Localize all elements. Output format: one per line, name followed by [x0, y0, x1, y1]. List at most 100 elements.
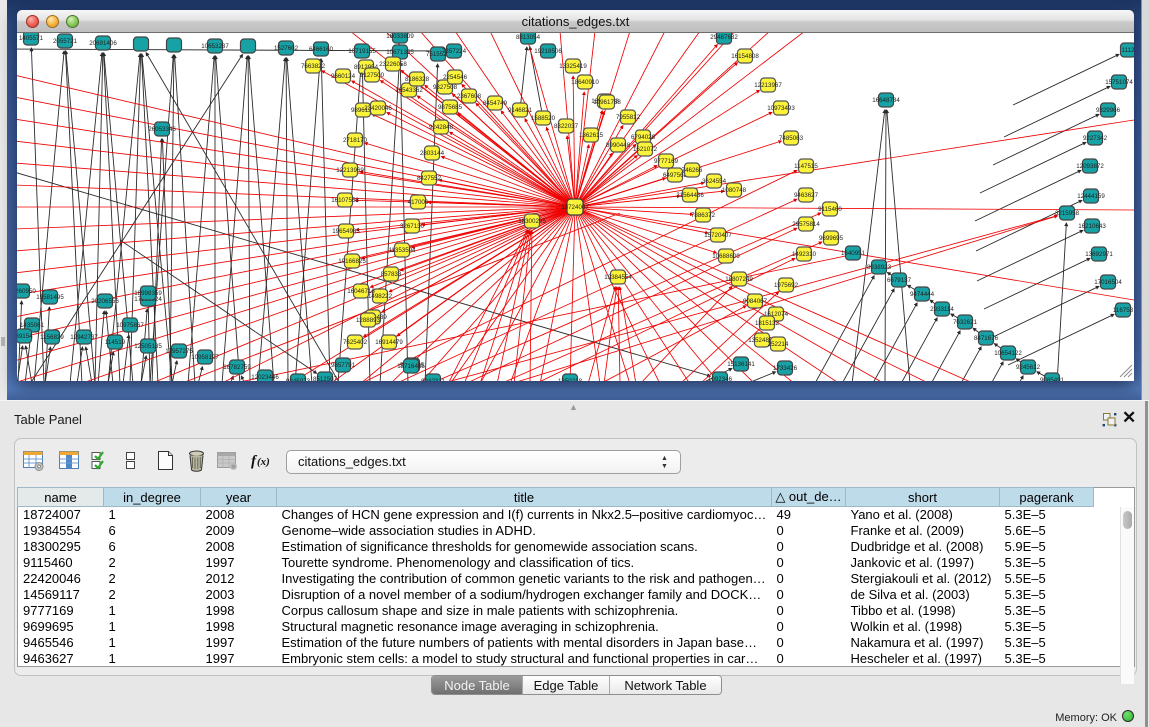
svg-text:9245612: 9245612 — [1016, 364, 1041, 371]
svg-text:8454749: 8454749 — [483, 100, 508, 107]
svg-text:12023446: 12023446 — [251, 374, 279, 381]
svg-text:15136141: 15136141 — [727, 361, 755, 368]
svg-text:1975692: 1975692 — [774, 282, 799, 289]
svg-text:23420046: 23420046 — [364, 105, 392, 112]
svg-text:9327508: 9327508 — [433, 84, 458, 91]
svg-text:7955812: 7955812 — [616, 114, 641, 121]
svg-text:746266: 746266 — [682, 167, 703, 174]
svg-text:16046716: 16046716 — [347, 288, 375, 295]
svg-text:12505135: 12505135 — [134, 343, 162, 350]
svg-text:9242848: 9242848 — [429, 124, 454, 131]
svg-text:29575814: 29575814 — [792, 221, 820, 228]
svg-text:2055721: 2055721 — [53, 38, 78, 45]
svg-text:1588520: 1588520 — [531, 115, 556, 122]
svg-text:2254546: 2254546 — [443, 74, 468, 81]
svg-text:9245073: 9245073 — [286, 378, 311, 381]
svg-text:3215958: 3215958 — [1055, 210, 1080, 217]
svg-text:3267130: 3267130 — [400, 223, 425, 230]
svg-text:16154808: 16154808 — [731, 53, 759, 60]
svg-text:1492310: 1492310 — [792, 251, 817, 258]
svg-text:16543362: 16543362 — [395, 87, 423, 94]
svg-text:9857791: 9857791 — [331, 362, 356, 369]
svg-text:10671355: 10671355 — [386, 49, 414, 56]
svg-text:1362615: 1362615 — [579, 132, 604, 139]
svg-text:10654122: 10654122 — [994, 350, 1022, 357]
svg-text:20691406: 20691406 — [89, 40, 117, 47]
svg-text:8471676: 8471676 — [974, 335, 999, 342]
svg-text:8427552: 8427552 — [417, 175, 442, 182]
svg-text:15751074: 15751074 — [1105, 79, 1133, 86]
svg-text:16033809: 16033809 — [386, 33, 414, 40]
svg-text:7357224: 7357224 — [442, 48, 467, 55]
svg-text:9242311: 9242311 — [421, 378, 445, 381]
svg-text:17016504: 17016504 — [1094, 279, 1122, 286]
svg-text:2718170: 2718170 — [343, 137, 368, 144]
svg-text:18724007: 18724007 — [561, 204, 589, 211]
svg-text:18640910: 18640910 — [571, 79, 599, 86]
svg-text:1156829: 1156829 — [40, 334, 64, 341]
svg-text:6794028: 6794028 — [631, 134, 656, 141]
svg-text:16782759: 16782759 — [223, 364, 251, 371]
svg-text:13325419: 13325419 — [559, 63, 587, 70]
svg-text:12213967: 12213967 — [754, 82, 782, 89]
svg-text:10961758: 10961758 — [593, 99, 621, 106]
svg-text:8186328: 8186328 — [405, 76, 430, 83]
svg-text:9875685: 9875685 — [438, 104, 463, 111]
svg-text:10719155: 10719155 — [348, 48, 376, 55]
svg-text:29487682: 29487682 — [710, 34, 738, 41]
svg-text:(x): (x) — [257, 456, 270, 468]
svg-text:1527602: 1527602 — [274, 45, 299, 52]
svg-text:10958107: 10958107 — [191, 354, 219, 361]
svg-text:1112: 1112 — [1122, 47, 1134, 54]
svg-text:10975867: 10975867 — [116, 322, 144, 329]
svg-text:252214: 252214 — [768, 341, 789, 348]
svg-text:6679137: 6679137 — [887, 277, 912, 284]
svg-text:1435061: 1435061 — [20, 322, 45, 329]
svg-text:7886372: 7886372 — [691, 212, 716, 219]
svg-text:19384554: 19384554 — [604, 274, 632, 281]
svg-text:10653287: 10653287 — [201, 43, 229, 50]
svg-text:8938923: 8938923 — [867, 264, 892, 271]
svg-text:8990448: 8990448 — [606, 142, 631, 149]
svg-text:1621072: 1621072 — [633, 146, 658, 153]
svg-text:1815132: 1815132 — [755, 320, 780, 327]
svg-text:8512507: 8512507 — [313, 376, 338, 381]
svg-text:9127500: 9127500 — [360, 72, 385, 79]
svg-text:1288893: 1288893 — [356, 317, 381, 324]
svg-text:19166825: 19166825 — [338, 258, 366, 265]
svg-text:18807249: 18807249 — [725, 276, 753, 283]
svg-text:15716485: 15716485 — [397, 363, 425, 370]
svg-text:417006: 417006 — [408, 199, 429, 206]
svg-text:21564436: 21564436 — [676, 192, 704, 199]
svg-text:12093872: 12093872 — [1076, 163, 1104, 170]
svg-text:23226058: 23226058 — [379, 61, 407, 68]
svg-text:26260950: 26260950 — [17, 288, 36, 295]
svg-text:9329966: 9329966 — [1096, 107, 1121, 114]
svg-text:10688609: 10688609 — [712, 253, 740, 260]
svg-text:9777169: 9777169 — [654, 158, 679, 165]
svg-text:9474444: 9474444 — [910, 291, 935, 298]
svg-text:15720407: 15720407 — [704, 232, 732, 239]
svg-text:11353594: 11353594 — [388, 247, 416, 254]
svg-text:39154: 39154 — [17, 333, 33, 340]
svg-text:9084067: 9084067 — [743, 298, 768, 305]
svg-text:7632621: 7632621 — [953, 319, 978, 326]
svg-text:18998359: 18998359 — [134, 290, 162, 297]
svg-text:1350218: 1350218 — [558, 378, 583, 381]
svg-text:7625402: 7625402 — [343, 339, 368, 346]
svg-text:1640951: 1640951 — [841, 250, 866, 257]
svg-text:1147515: 1147515 — [794, 163, 818, 170]
svg-text:8813054: 8813054 — [516, 34, 541, 41]
svg-text:26053346: 26053346 — [148, 126, 176, 133]
svg-text:1092346: 1092346 — [708, 376, 733, 381]
svg-text:20206556: 20206556 — [91, 298, 119, 305]
svg-text:16210643: 16210643 — [1078, 223, 1106, 230]
svg-text:2803144: 2803144 — [420, 150, 445, 157]
svg-text:6466160: 6466160 — [309, 46, 334, 53]
svg-text:13692971: 13692971 — [1085, 251, 1113, 258]
svg-text:19581495: 19581495 — [36, 294, 64, 301]
svg-text:3624554: 3624554 — [702, 178, 727, 185]
svg-text:16107553: 16107553 — [331, 197, 359, 204]
svg-text:9085491: 9085491 — [1040, 377, 1065, 381]
svg-text:2367608: 2367608 — [457, 93, 482, 100]
